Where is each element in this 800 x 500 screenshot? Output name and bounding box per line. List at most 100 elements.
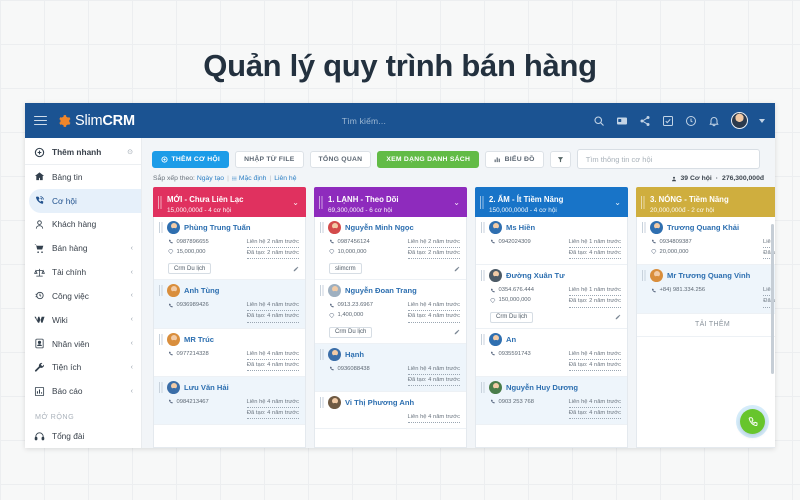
drag-handle-icon[interactable]: [641, 195, 645, 209]
opportunity-card[interactable]: Phùng Trung Tuấn 0987896655 15,000,000 Liên…: [154, 217, 305, 281]
card-contact-name[interactable]: Mr Trương Quang Vinh: [667, 271, 750, 280]
card-contact-name[interactable]: Anh Tùng: [184, 286, 219, 295]
sort-option-lien-he[interactable]: Liên hệ: [274, 175, 296, 182]
vertical-scrollbar[interactable]: [771, 224, 774, 374]
opportunity-card[interactable]: Anh Tùng 0936989426 Liên hệ 4 năm trước Đã …: [154, 280, 305, 329]
card-contact-name[interactable]: Hạnh: [345, 350, 364, 359]
kanban-column-header[interactable]: 2. ẤM - Ít Tiềm Năng 150,000,000đ - 4 cơ …: [475, 187, 628, 217]
kanban-column-header[interactable]: 1. LẠNH - Theo Dõi 69,300,000đ - 6 cơ hội…: [314, 187, 467, 217]
app-logo[interactable]: SlimCRM: [57, 113, 135, 129]
drag-handle-icon[interactable]: [642, 222, 646, 233]
card-contact-name[interactable]: Ms Hiền: [506, 223, 535, 232]
search-icon[interactable]: [593, 115, 605, 127]
edit-icon[interactable]: [454, 329, 460, 335]
share-icon[interactable]: [639, 115, 651, 127]
card-icon[interactable]: [616, 115, 628, 127]
sidebar-item-tien-ich[interactable]: Tiện ích ‹: [25, 356, 141, 380]
sort-option-mac-dinh[interactable]: Mặc định: [239, 175, 267, 182]
drag-handle-icon[interactable]: [320, 348, 324, 360]
drag-handle-icon[interactable]: [320, 285, 324, 297]
opportunity-card[interactable]: Đường Xuân Tư 0354.676.444 150,000,000 Liên…: [476, 265, 627, 329]
kanban-column-header[interactable]: MỚI - Chưa Liên Lạc 15,000,000đ - 4 cơ hộ…: [153, 187, 306, 217]
list-view-button[interactable]: XEM DẠNG DANH SÁCH: [377, 150, 480, 168]
load-more-button[interactable]: TẢI THÊM: [637, 314, 775, 337]
edit-icon[interactable]: [615, 314, 621, 320]
clock-icon[interactable]: [685, 115, 697, 127]
help-circle-icon[interactable]: ⊙: [127, 148, 133, 156]
opportunity-card[interactable]: Ms Hiền 0942024309 Liên hệ 1 năm trước Đã t…: [476, 217, 627, 266]
drag-handle-icon[interactable]: [158, 195, 162, 209]
kanban-column-header[interactable]: 3. NÓNG - Tiềm Năng 20,000,000đ - 2 cơ hộ…: [636, 187, 775, 217]
chevron-down-icon[interactable]: ⌄: [614, 198, 621, 207]
opportunity-card[interactable]: MR Trúc 0977214328 Liên hệ 4 năm trước Đã t…: [154, 329, 305, 377]
drag-handle-icon[interactable]: [320, 222, 324, 233]
card-contact-name[interactable]: Lưu Văn Hải: [184, 383, 229, 392]
drag-handle-icon[interactable]: [481, 381, 485, 393]
sidebar-item-bao-cao[interactable]: Báo cáo ‹: [25, 379, 141, 403]
global-search-placeholder[interactable]: Tìm kiếm...: [135, 116, 593, 126]
drag-handle-icon[interactable]: [480, 195, 484, 209]
opportunity-card[interactable]: Trương Quang Khải 0934809387 20,000,000 Liê…: [637, 217, 775, 266]
card-contact-name[interactable]: Nguyễn Đoan Trang: [345, 286, 417, 295]
opportunity-card[interactable]: Nguyễn Minh Ngọc 0987456124 10,000,000 Liên…: [315, 217, 466, 281]
sidebar-item-co-hoi[interactable]: Cơ hội: [29, 188, 141, 213]
opportunity-search-input[interactable]: Tìm thông tin cơ hội: [576, 149, 760, 169]
card-contact-name[interactable]: Nguyễn Minh Ngọc: [345, 223, 414, 232]
sidebar-item-quick-add[interactable]: Thêm nhanh ⊙: [25, 141, 141, 165]
drag-handle-icon[interactable]: [481, 270, 485, 282]
drag-handle-icon[interactable]: [319, 195, 323, 209]
drag-handle-icon[interactable]: [481, 222, 485, 233]
chevron-down-icon[interactable]: ⌄: [453, 198, 460, 207]
drag-handle-icon[interactable]: [159, 381, 163, 393]
sidebar-item-bang-tin[interactable]: Bảng tin: [25, 165, 141, 189]
avatar[interactable]: [731, 112, 748, 129]
card-contact-name[interactable]: Trương Quang Khải: [667, 223, 739, 232]
drag-handle-icon[interactable]: [481, 333, 485, 345]
card-contact-name[interactable]: MR Trúc: [184, 335, 214, 344]
sidebar-item-ban-hang[interactable]: Bán hàng ‹: [25, 236, 141, 260]
card-tag[interactable]: Crm Du lịch: [168, 263, 212, 275]
import-file-button[interactable]: NHẬP TỪ FILE: [235, 150, 304, 168]
edit-icon[interactable]: [454, 266, 460, 272]
sidebar-item-tai-chinh[interactable]: Tài chính ‹: [25, 260, 141, 284]
overview-button[interactable]: TỔNG QUAN: [309, 150, 372, 168]
opportunity-card[interactable]: Hạnh 0936088438 Liên hệ 4 năm trước Đã tạo:…: [315, 343, 466, 392]
chart-view-button[interactable]: BIỂU ĐỒ: [485, 150, 544, 168]
drag-handle-icon[interactable]: [642, 270, 646, 282]
drag-handle-icon[interactable]: [159, 333, 163, 345]
opportunity-card[interactable]: An 0935591743 Liên hệ 4 năm trước Đã tạo: 4…: [476, 329, 627, 377]
sidebar-item-tong-dai[interactable]: Tổng đài: [25, 424, 141, 448]
card-contact-time: Liên hệ 2 năm trước: [246, 237, 299, 249]
hamburger-menu-icon[interactable]: [34, 115, 47, 126]
opportunity-card[interactable]: Nguyễn Huy Dương 0903 253 768 Liên hệ 4 nă…: [476, 376, 627, 426]
card-contact-name[interactable]: An: [506, 335, 516, 344]
sidebar-item-cong-viec[interactable]: Công việc ‹: [25, 284, 141, 308]
drag-handle-icon[interactable]: [320, 396, 324, 408]
opportunity-card[interactable]: Vi Thị Phương Anh Liên hệ 4 năm trước: [315, 392, 466, 429]
call-fab-button[interactable]: [740, 409, 765, 434]
drag-handle-icon[interactable]: [159, 285, 163, 297]
card-tag[interactable]: Crm Du lịch: [490, 311, 534, 323]
edit-icon[interactable]: [293, 266, 299, 272]
sort-option-ngay-tao[interactable]: Ngày tạo: [197, 175, 224, 182]
opportunity-card[interactable]: Nguyễn Đoan Trang 0913.23.6967 1,400,000 Li…: [315, 280, 466, 344]
chevron-down-icon[interactable]: ⌄: [292, 198, 299, 207]
sidebar-item-nhan-vien[interactable]: Nhân viên ‹: [25, 332, 141, 356]
card-contact-name[interactable]: Nguyễn Huy Dương: [506, 383, 578, 392]
card-tag[interactable]: slimcrm: [329, 263, 362, 275]
card-contact-name[interactable]: Phùng Trung Tuấn: [184, 223, 251, 232]
page-title: Quản lý quy trình bán hàng: [203, 48, 597, 83]
filter-button[interactable]: [549, 150, 571, 168]
card-contact-name[interactable]: Đường Xuân Tư: [506, 271, 565, 280]
opportunity-card[interactable]: Mr Trương Quang Vinh +84) 981.334.256 Liên…: [637, 265, 775, 314]
card-tag[interactable]: Crm Du lịch: [329, 326, 373, 338]
bell-icon[interactable]: [708, 115, 720, 127]
drag-handle-icon[interactable]: [159, 222, 163, 233]
sidebar-item-wiki[interactable]: Wiki ‹: [25, 308, 141, 332]
chevron-down-icon[interactable]: [759, 118, 765, 123]
opportunity-card[interactable]: Lưu Văn Hải 0984213467 Liên hệ 4 năm trước…: [154, 376, 305, 426]
sidebar-item-khach-hang[interactable]: Khách hàng: [25, 213, 141, 237]
card-contact-name[interactable]: Vi Thị Phương Anh: [345, 398, 414, 407]
add-opportunity-button[interactable]: THÊM CƠ HỘI: [152, 150, 230, 168]
task-check-icon[interactable]: [662, 115, 674, 127]
